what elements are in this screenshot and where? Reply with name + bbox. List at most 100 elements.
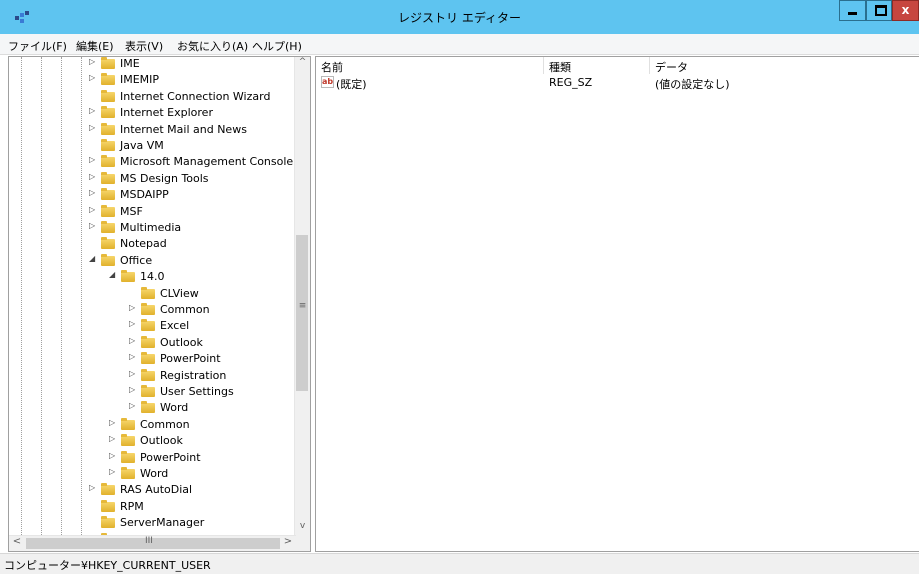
tree-item-label[interactable]: Internet Connection Wizard bbox=[120, 90, 270, 103]
tree-item-label[interactable]: Word bbox=[160, 401, 188, 414]
scroll-down-arrow-icon[interactable]: v bbox=[295, 521, 310, 537]
expand-arrow-icon[interactable]: ▷ bbox=[129, 319, 139, 328]
scroll-right-arrow-icon[interactable]: > bbox=[280, 536, 296, 551]
tree-item[interactable]: ServerManager bbox=[9, 515, 296, 531]
column-header-name[interactable]: 名前 bbox=[316, 57, 544, 74]
expand-arrow-icon[interactable]: ▷ bbox=[89, 172, 99, 181]
tree-item[interactable]: ▷ User Settings bbox=[9, 384, 296, 400]
values-list-pane[interactable]: 名前 種類 データ ab (既定) REG_SZ (値の設定なし) bbox=[315, 56, 919, 552]
expand-arrow-icon[interactable]: ▷ bbox=[89, 221, 99, 230]
title-bar[interactable]: レジストリ エディター x bbox=[0, 0, 919, 34]
tree-item[interactable]: ▷ Outlook bbox=[9, 335, 296, 351]
tree-item[interactable]: ▷ Common bbox=[9, 302, 296, 318]
tree-item-label[interactable]: MS Design Tools bbox=[120, 172, 209, 185]
tree-item-label[interactable]: Internet Mail and News bbox=[120, 123, 247, 136]
menu-file[interactable]: ファイル(F) bbox=[8, 38, 67, 54]
scroll-left-arrow-icon[interactable]: < bbox=[9, 536, 25, 551]
tree-item-label[interactable]: Excel bbox=[160, 319, 189, 332]
tree-item-label[interactable]: User Settings bbox=[160, 385, 234, 398]
scroll-up-arrow-icon[interactable]: ^ bbox=[295, 57, 310, 73]
tree-item[interactable]: ▷ Internet Explorer bbox=[9, 105, 296, 121]
tree-item-label[interactable]: RPM bbox=[120, 500, 144, 513]
minimize-button[interactable] bbox=[839, 0, 866, 21]
tree-item-label[interactable]: Word bbox=[140, 467, 168, 480]
tree-vertical-scrollbar[interactable]: ^ ≡ v bbox=[294, 57, 310, 537]
expand-arrow-icon[interactable]: ▷ bbox=[89, 188, 99, 197]
tree-item-label[interactable]: Multimedia bbox=[120, 221, 181, 234]
tree-item[interactable]: ▷ Multimedia bbox=[9, 220, 296, 236]
tree-item-label[interactable]: Registration bbox=[160, 369, 226, 382]
tree-horizontal-scrollbar[interactable]: < III > bbox=[9, 535, 296, 551]
tree-item-label[interactable]: Java VM bbox=[120, 139, 164, 152]
tree-item[interactable]: ◢ 14.0 bbox=[9, 269, 296, 285]
tree-item[interactable]: RPM bbox=[9, 499, 296, 515]
horizontal-scroll-thumb[interactable] bbox=[26, 538, 280, 549]
tree-item[interactable]: Internet Connection Wizard bbox=[9, 89, 296, 105]
tree-item-label[interactable]: Office bbox=[120, 254, 152, 267]
expand-arrow-icon[interactable]: ▷ bbox=[129, 352, 139, 361]
tree-item[interactable]: ▷ Word bbox=[9, 400, 296, 416]
tree-item[interactable]: ▷ MSF bbox=[9, 204, 296, 220]
tree-item[interactable]: ▷ Registration bbox=[9, 368, 296, 384]
value-name[interactable]: (既定) bbox=[336, 76, 367, 92]
expand-arrow-icon[interactable]: ▷ bbox=[89, 155, 99, 164]
tree-item-label[interactable]: Outlook bbox=[160, 336, 203, 349]
tree-item[interactable]: Notepad bbox=[9, 236, 296, 252]
tree-item[interactable]: ◢ Office bbox=[9, 253, 296, 269]
collapse-arrow-icon[interactable]: ◢ bbox=[109, 270, 119, 279]
expand-arrow-icon[interactable]: ▷ bbox=[109, 451, 119, 460]
tree-item[interactable]: ▷ Outlook bbox=[9, 433, 296, 449]
vertical-scroll-thumb[interactable] bbox=[296, 235, 308, 391]
column-header-type[interactable]: 種類 bbox=[544, 57, 650, 74]
expand-arrow-icon[interactable]: ▷ bbox=[129, 336, 139, 345]
tree-item-label[interactable]: PowerPoint bbox=[140, 451, 201, 464]
tree-item[interactable]: ▷ MS Design Tools bbox=[9, 171, 296, 187]
tree-item[interactable]: ▷ IME bbox=[9, 57, 296, 72]
tree-item[interactable]: ▷ Microsoft Management Console bbox=[9, 154, 296, 170]
expand-arrow-icon[interactable]: ▷ bbox=[89, 106, 99, 115]
tree-item-label[interactable]: Internet Explorer bbox=[120, 106, 213, 119]
expand-arrow-icon[interactable]: ▷ bbox=[89, 73, 99, 82]
expand-arrow-icon[interactable]: ▷ bbox=[129, 369, 139, 378]
tree-item-label[interactable]: Common bbox=[160, 303, 210, 316]
tree-item[interactable]: Java VM bbox=[9, 138, 296, 154]
tree-item-label[interactable]: Common bbox=[140, 418, 190, 431]
tree-item-label[interactable]: ServerManager bbox=[120, 516, 204, 529]
expand-arrow-icon[interactable]: ▷ bbox=[89, 483, 99, 492]
menu-view[interactable]: 表示(V) bbox=[125, 38, 163, 54]
close-button[interactable]: x bbox=[892, 0, 919, 21]
expand-arrow-icon[interactable]: ▷ bbox=[109, 467, 119, 476]
expand-arrow-icon[interactable]: ▷ bbox=[89, 123, 99, 132]
expand-arrow-icon[interactable]: ▷ bbox=[109, 434, 119, 443]
collapse-arrow-icon[interactable]: ◢ bbox=[89, 254, 99, 263]
tree-item[interactable]: ▷ Common bbox=[9, 417, 296, 433]
expand-arrow-icon[interactable]: ▷ bbox=[129, 385, 139, 394]
column-header-data[interactable]: データ bbox=[650, 57, 919, 74]
tree-item[interactable]: ▷ Excel bbox=[9, 318, 296, 334]
menu-help[interactable]: ヘルプ(H) bbox=[252, 38, 302, 54]
maximize-button[interactable] bbox=[866, 0, 892, 21]
expand-arrow-icon[interactable]: ▷ bbox=[109, 418, 119, 427]
tree-item[interactable]: ▷ Internet Mail and News bbox=[9, 122, 296, 138]
tree-item-label[interactable]: IMEMIP bbox=[120, 73, 159, 86]
tree-item[interactable]: ▷ MSDAIPP bbox=[9, 187, 296, 203]
tree-item-label[interactable]: IME bbox=[120, 57, 140, 70]
tree-item-label[interactable]: 14.0 bbox=[140, 270, 165, 283]
tree-item[interactable]: ▷ PowerPoint bbox=[9, 450, 296, 466]
tree-item-label[interactable]: MSDAIPP bbox=[120, 188, 169, 201]
tree-item-label[interactable]: Microsoft Management Console bbox=[120, 155, 293, 168]
tree-item-label[interactable]: Notepad bbox=[120, 237, 167, 250]
expand-arrow-icon[interactable]: ▷ bbox=[129, 303, 139, 312]
expand-arrow-icon[interactable]: ▷ bbox=[89, 57, 99, 66]
tree-item[interactable]: ▷ RAS AutoDial bbox=[9, 482, 296, 498]
tree-item[interactable]: ▷ PowerPoint bbox=[9, 351, 296, 367]
menu-edit[interactable]: 編集(E) bbox=[76, 38, 114, 54]
tree-item-label[interactable]: RAS AutoDial bbox=[120, 483, 192, 496]
key-tree-pane[interactable]: ▷ IME ▷ IMEMIP Internet Connection Wizard ▷ In… bbox=[8, 56, 311, 552]
tree-item[interactable]: ▷ Word bbox=[9, 466, 296, 482]
tree-item[interactable]: ▷ IMEMIP bbox=[9, 72, 296, 88]
key-tree[interactable]: ▷ IME ▷ IMEMIP Internet Connection Wizard ▷ In… bbox=[9, 57, 296, 537]
tree-item-label[interactable]: MSF bbox=[120, 205, 143, 218]
tree-item[interactable]: CLView bbox=[9, 286, 296, 302]
tree-item-label[interactable]: PowerPoint bbox=[160, 352, 221, 365]
